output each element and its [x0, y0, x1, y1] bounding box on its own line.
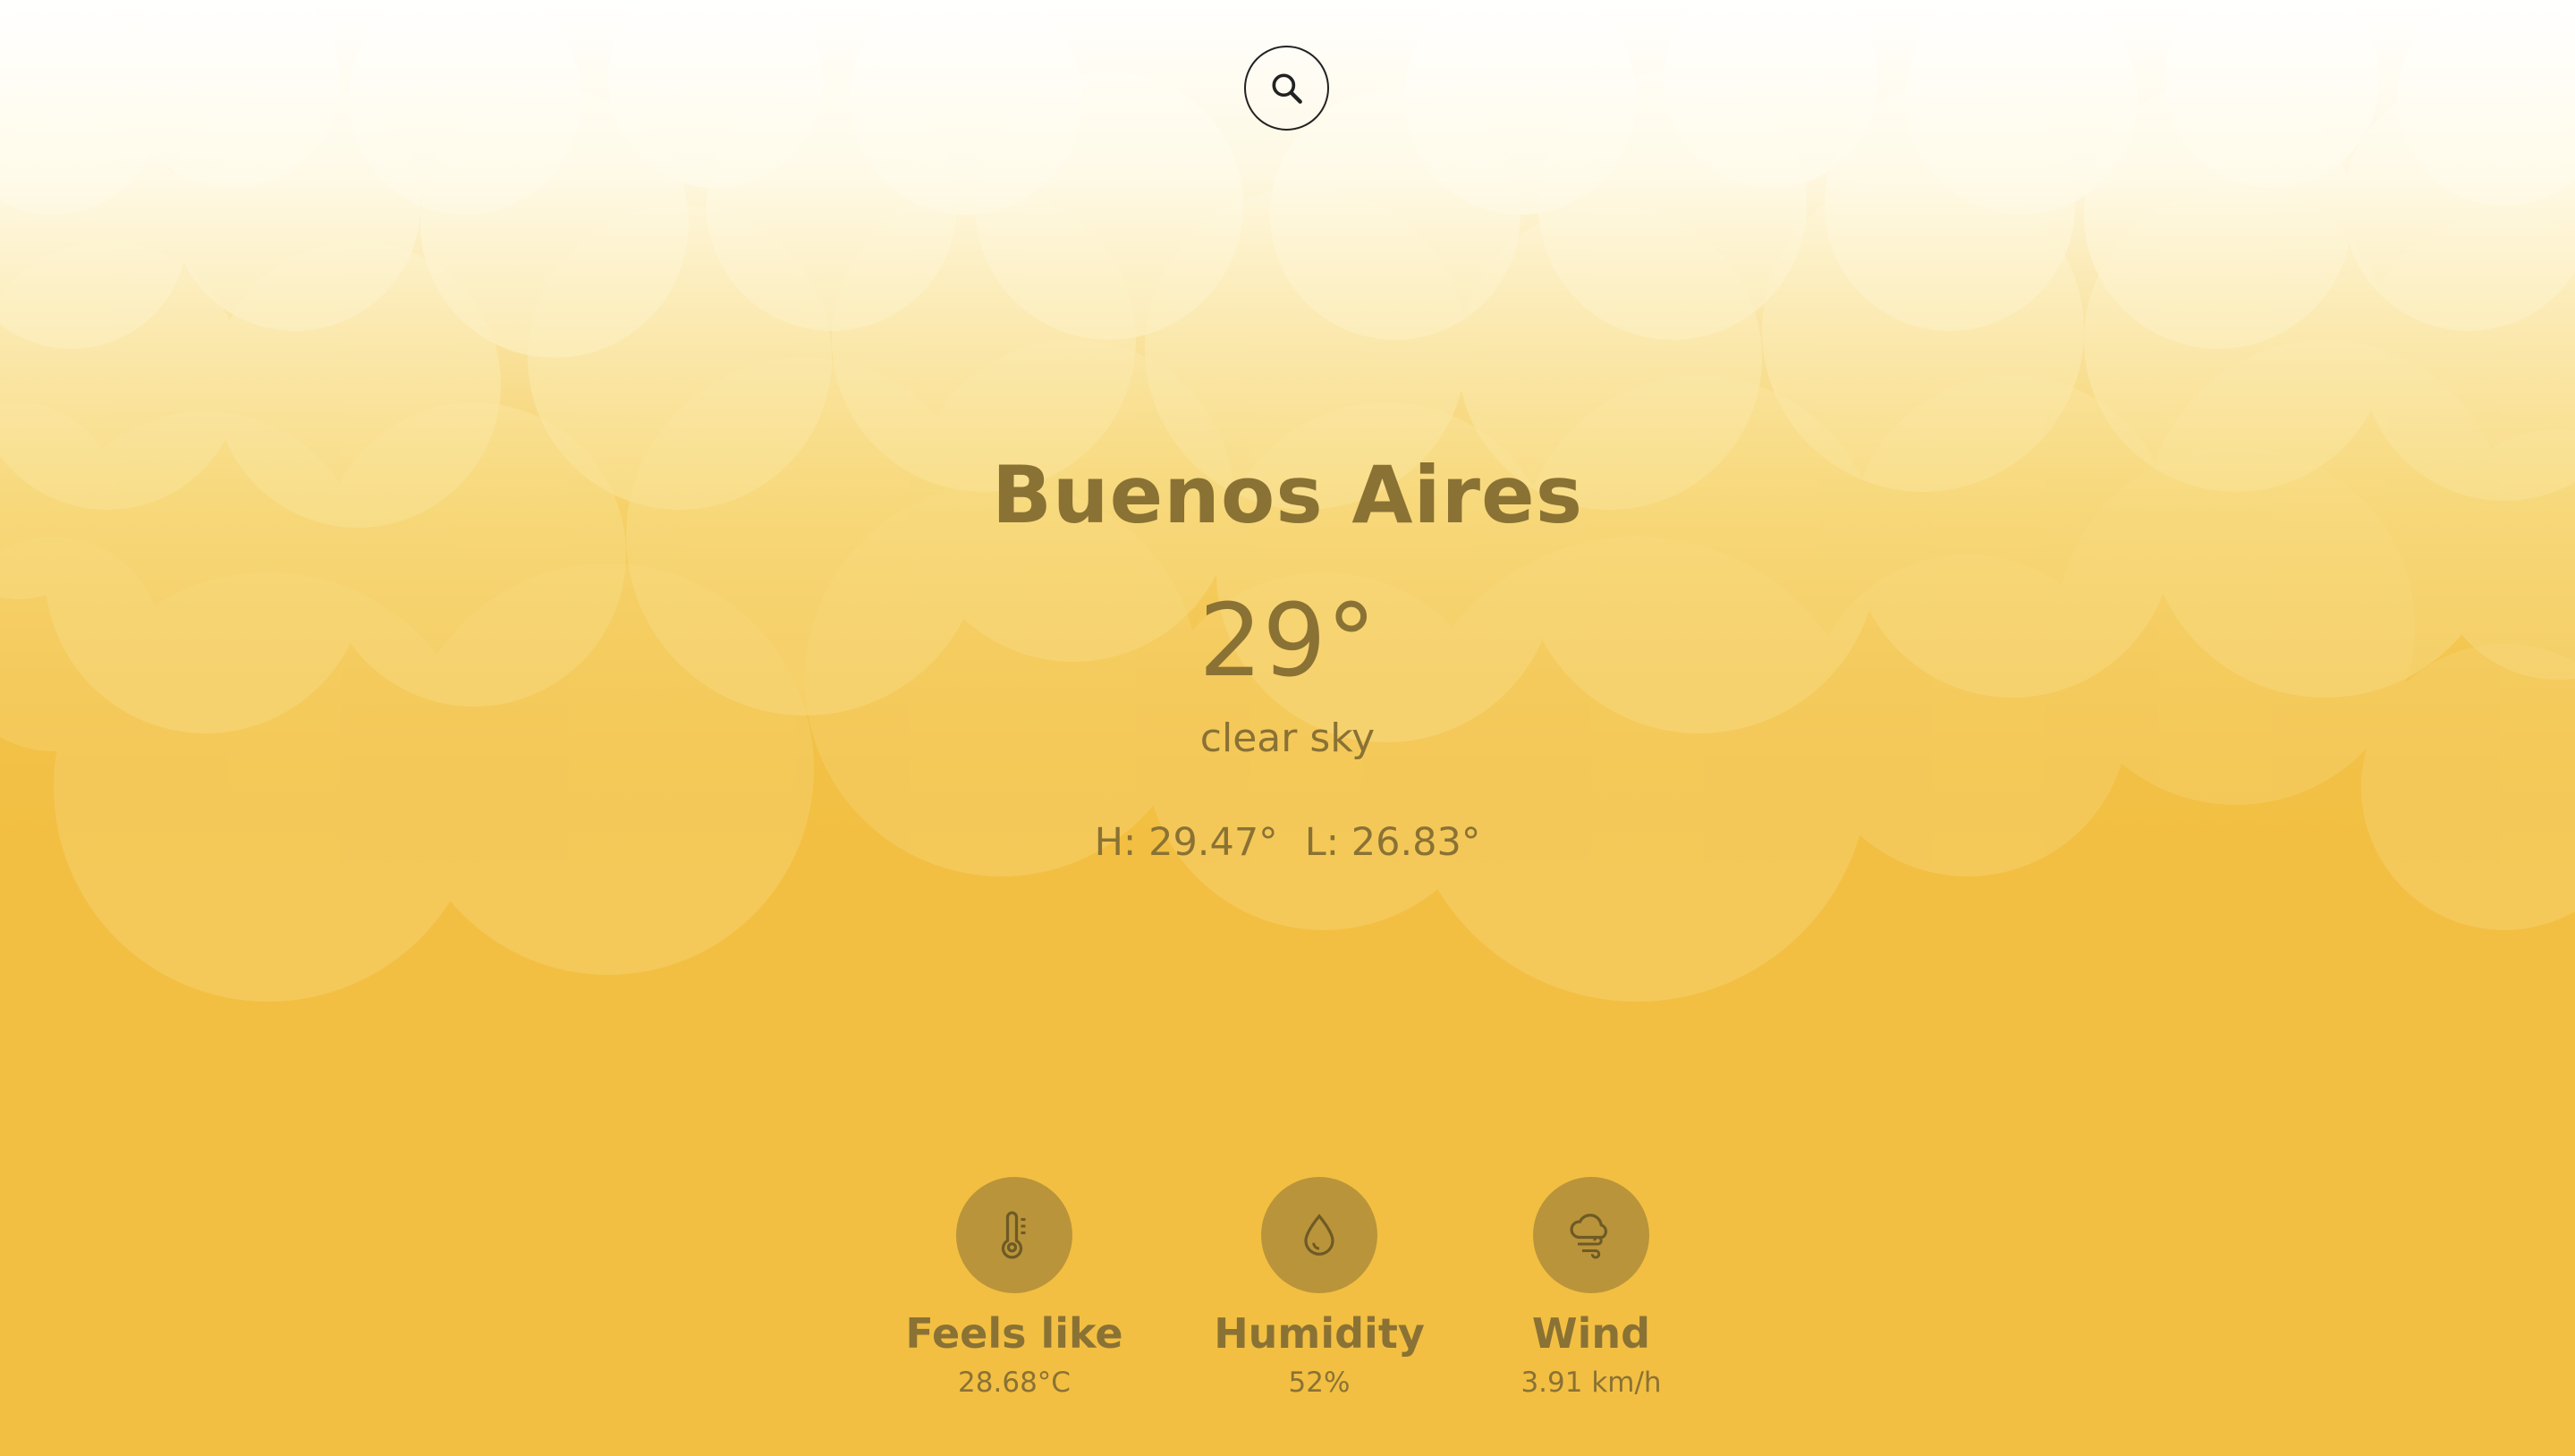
feels-like-stat: Feels like 28.68°C — [871, 1177, 1157, 1399]
low-temperature: L: 26.83° — [1304, 820, 1481, 865]
search-button[interactable] — [1244, 46, 1329, 131]
weather-description: clear sky — [1199, 715, 1376, 761]
high-low-temperatures: H: 29.47° L: 26.83° — [0, 820, 2575, 865]
humidity-label: Humidity — [1214, 1309, 1425, 1358]
wind-label: Wind — [1531, 1309, 1651, 1358]
humidity-stat: Humidity 52% — [1176, 1177, 1462, 1399]
wind-badge — [1533, 1177, 1649, 1293]
wind-stat: Wind 3.91 km/h — [1448, 1177, 1734, 1399]
feels-like-label: Feels like — [905, 1309, 1123, 1358]
city-name: Buenos Aires — [991, 449, 1584, 541]
thermometer-icon — [1001, 1211, 1026, 1259]
search-icon — [1272, 73, 1302, 104]
cloud-wind-icon — [1570, 1214, 1608, 1259]
humidity-badge — [1261, 1177, 1377, 1293]
droplet-icon — [1304, 1214, 1334, 1256]
feels-like-badge — [956, 1177, 1072, 1293]
high-temperature: H: 29.47° — [1094, 820, 1278, 865]
humidity-value: 52% — [1288, 1367, 1351, 1399]
feels-like-value: 28.68°C — [958, 1367, 1071, 1399]
current-temperature: 29° — [1199, 583, 1376, 699]
wind-value: 3.91 km/h — [1520, 1367, 1662, 1399]
